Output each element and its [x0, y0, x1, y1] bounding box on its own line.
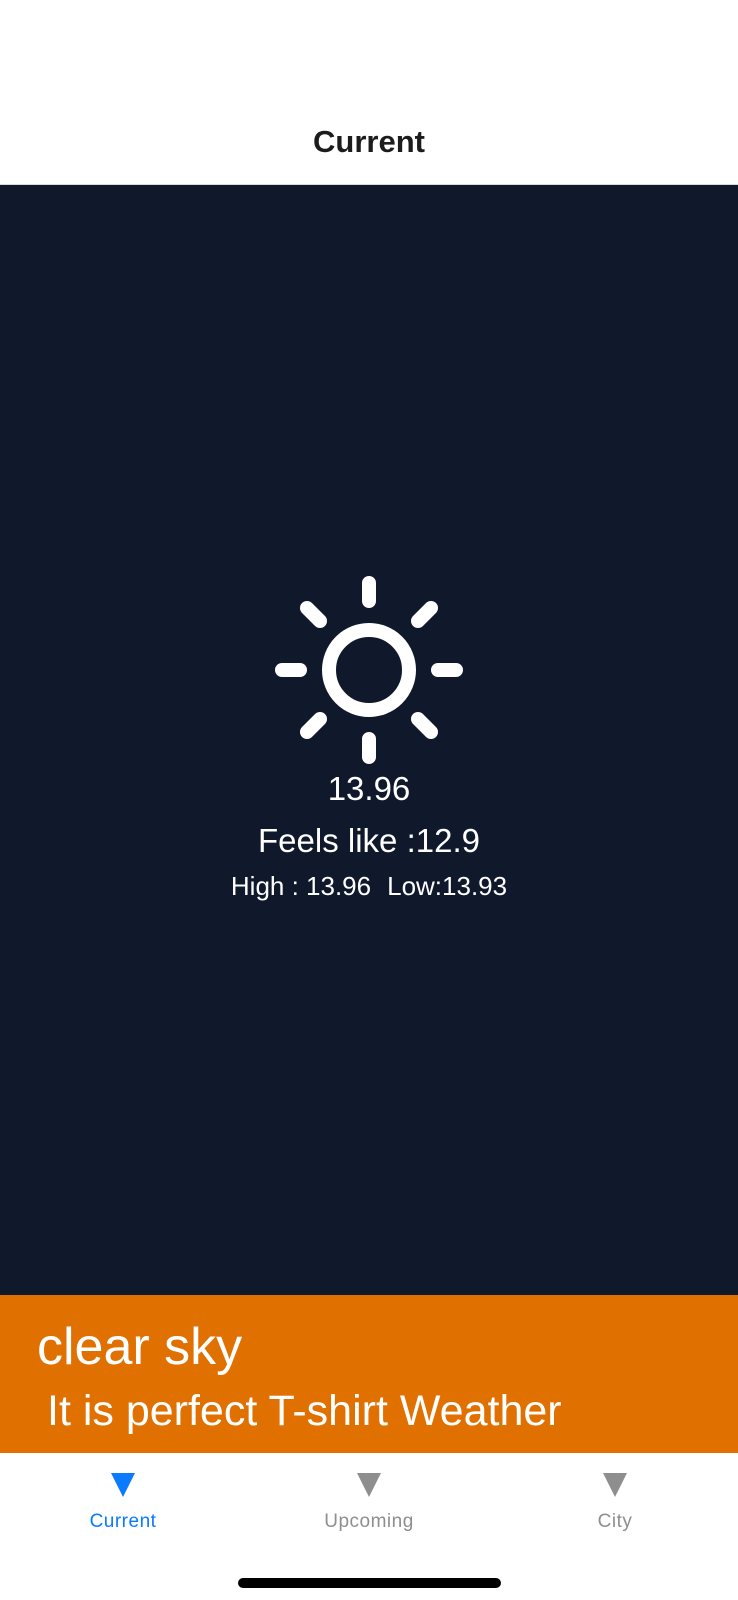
clothing-advice-text: It is perfect T-shirt Weather	[47, 1387, 562, 1435]
tab-upcoming[interactable]: Upcoming	[246, 1453, 492, 1563]
app-screen: Current 13.96 Feels like :12.9 High : 13…	[0, 0, 738, 1600]
tab-city-label: City	[597, 1511, 633, 1532]
high-low-row: High : 13.96 Low:13.93	[0, 871, 738, 902]
condition-banner: clear sky It is perfect T-shirt Weather	[0, 1295, 738, 1453]
triangle-down-icon	[111, 1473, 135, 1497]
home-indicator[interactable]	[238, 1578, 501, 1588]
weather-panel: 13.96 Feels like :12.9 High : 13.96 Low:1…	[0, 185, 738, 1295]
sun-icon	[275, 576, 463, 764]
tab-city[interactable]: City	[492, 1453, 738, 1563]
temperature-value: 13.96	[327, 770, 411, 807]
feels-like-text: Feels like :12.9	[258, 822, 480, 859]
triangle-down-icon	[357, 1473, 381, 1497]
tab-upcoming-label: Upcoming	[324, 1511, 414, 1532]
tab-current-label: Current	[89, 1511, 157, 1532]
triangle-down-icon	[603, 1473, 627, 1497]
condition-text: clear sky	[37, 1318, 243, 1376]
page-title: Current	[313, 124, 425, 159]
low-temperature: Low:13.93	[387, 871, 508, 901]
navigation-header: Current	[0, 0, 738, 185]
tab-current[interactable]: Current	[0, 1453, 246, 1563]
high-temperature: High : 13.96	[230, 871, 372, 901]
